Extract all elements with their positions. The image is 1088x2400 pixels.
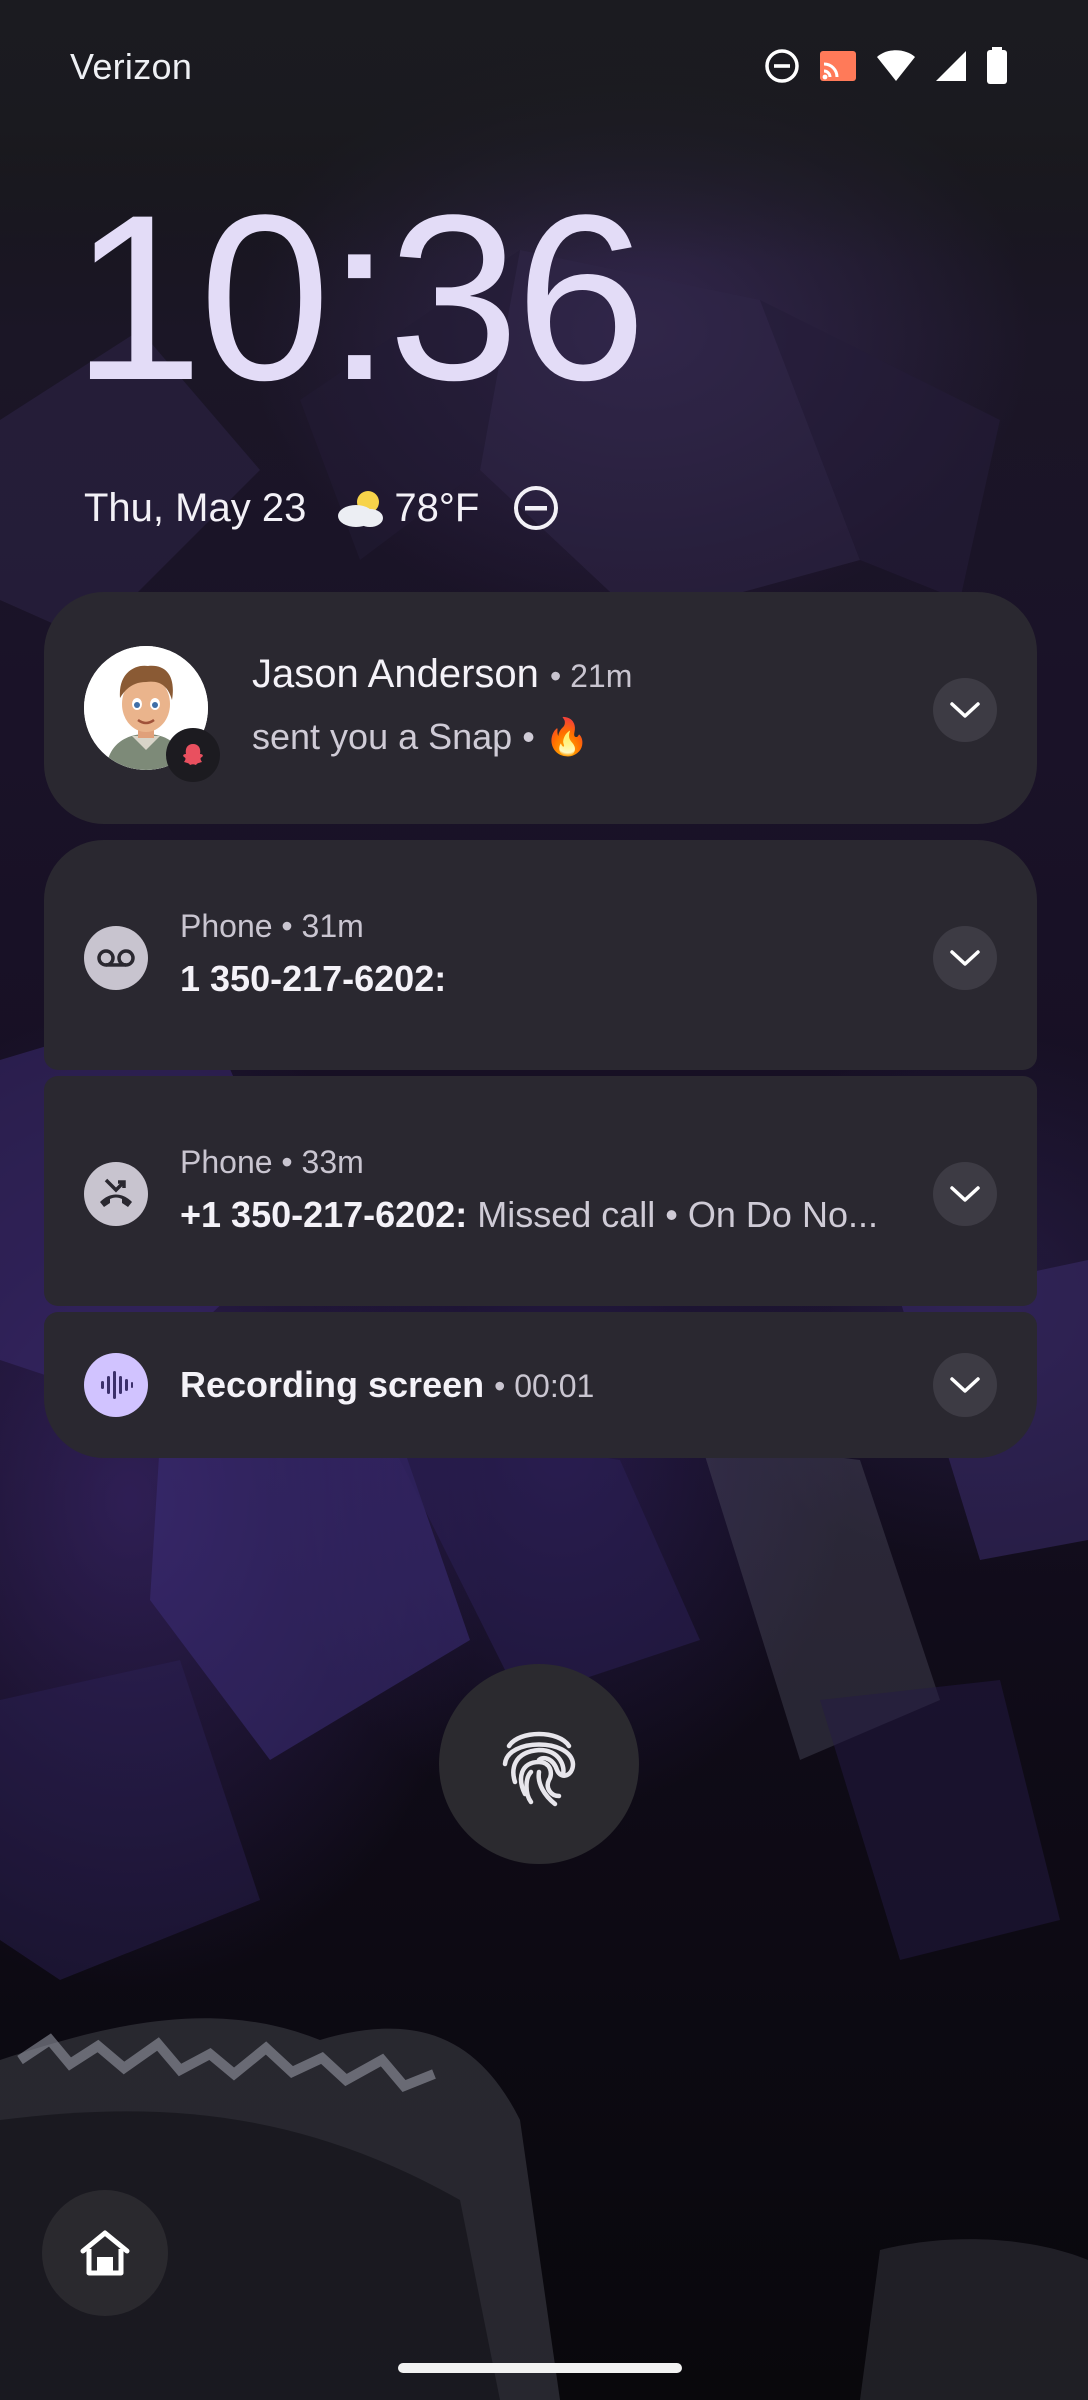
notification-main-line: Recording screen • 00:01 <box>180 1364 594 1406</box>
notification-main-line: +1 350-217-6202: Missed call • On Do No.… <box>180 1194 878 1236</box>
notification-voicemail[interactable]: Phone • 31m 1 350-217-6202: <box>44 840 1037 1070</box>
notification-time: • 21m <box>550 658 633 694</box>
voicemail-icon <box>84 926 148 990</box>
notification-main-line: 1 350-217-6202: <box>180 958 446 1000</box>
fingerprint-sensor[interactable] <box>439 1664 639 1864</box>
notification-title: Jason Anderson • 21m <box>252 652 632 697</box>
wifi-icon <box>877 50 915 81</box>
partly-cloudy-icon <box>338 491 384 527</box>
chevron-down-icon <box>950 1186 980 1202</box>
status-bar: Verizon <box>0 0 1088 130</box>
chevron-down-icon <box>950 1377 980 1393</box>
expand-button[interactable] <box>933 1162 997 1226</box>
battery-icon <box>987 47 1007 84</box>
caller-number: 1 350-217-6202: <box>180 958 447 999</box>
notification-app-line: Phone • 33m <box>180 1144 364 1180</box>
date-weather-row[interactable]: Thu, May 23 78°F <box>84 480 559 536</box>
notification-app-line: Phone • 31m <box>180 908 364 944</box>
snapchat-app-icon <box>166 728 220 782</box>
expand-button[interactable] <box>933 926 997 990</box>
home-icon <box>80 2230 130 2276</box>
sender-name: Jason Anderson <box>252 652 539 696</box>
sound-wave-icon <box>84 1353 148 1417</box>
caller-number: +1 350-217-6202: <box>180 1194 468 1235</box>
fingerprint-icon <box>502 1731 576 1807</box>
missed-call-icon <box>84 1162 148 1226</box>
do-not-disturb-icon <box>765 49 799 83</box>
cast-icon <box>820 51 856 81</box>
notification-text: sent you a Snap • 🔥 <box>252 716 590 757</box>
carrier-name: Verizon <box>70 46 193 87</box>
chevron-down-icon <box>950 950 980 966</box>
notification-snapchat[interactable]: Jason Anderson • 21m sent you a Snap • 🔥 <box>44 592 1037 824</box>
expand-button[interactable] <box>933 1353 997 1417</box>
date-text: Thu, May 23 <box>84 485 307 530</box>
notification-screen-recording[interactable]: Recording screen • 00:01 <box>44 1312 1037 1458</box>
do-not-disturb-icon <box>514 486 559 530</box>
home-shortcut-button[interactable] <box>42 2190 168 2316</box>
temperature-text: 78°F <box>394 485 480 530</box>
expand-button[interactable] <box>933 678 997 742</box>
chevron-down-icon <box>950 702 980 718</box>
notification-time: • 00:01 <box>494 1368 595 1404</box>
lockscreen-clock: 10:36 <box>72 166 647 430</box>
gesture-nav-handle[interactable] <box>398 2363 682 2373</box>
notification-text: Missed call • On Do No... <box>477 1194 878 1235</box>
cell-signal-icon <box>936 51 966 81</box>
notification-missed-call[interactable]: Phone • 33m +1 350-217-6202: Missed call… <box>44 1076 1037 1306</box>
notification-title: Recording screen <box>180 1364 485 1405</box>
